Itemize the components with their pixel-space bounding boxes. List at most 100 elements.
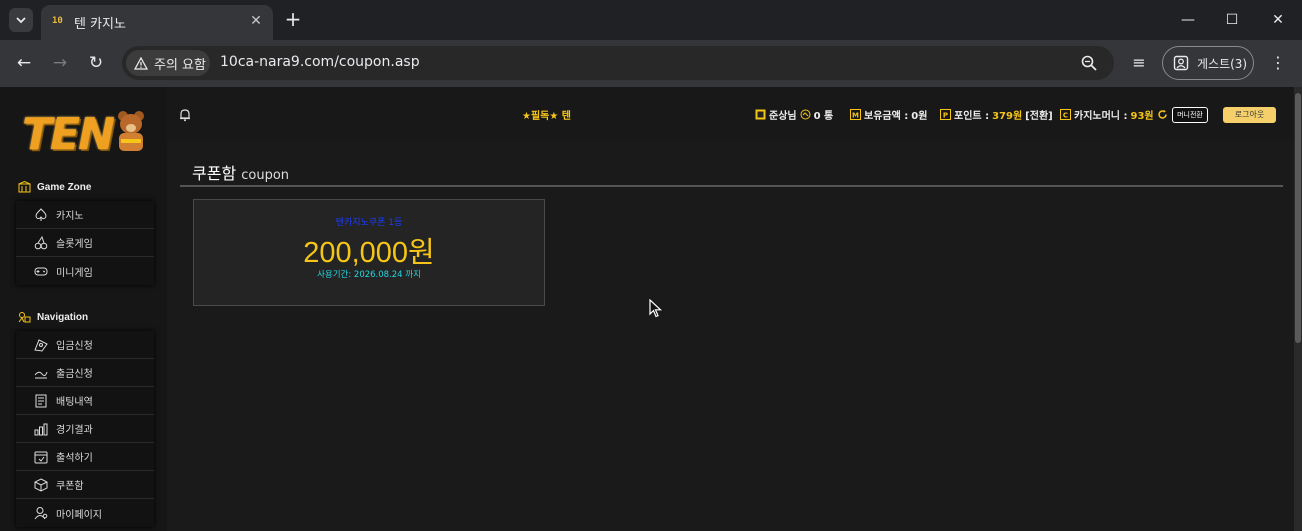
warning-icon xyxy=(134,56,148,70)
gamepad-icon xyxy=(34,267,48,276)
guest-label: 게스트(3) xyxy=(1197,56,1248,71)
minimize-button[interactable]: — xyxy=(1178,10,1198,30)
game-zone-label: Game Zone xyxy=(37,181,92,193)
main-content: ★필독★ 텐 준상님 0 통 M 보유금액 : 0원 P 포인트 : 379원 … xyxy=(167,87,1302,531)
sidebar-item-results[interactable]: 경기결과 xyxy=(16,415,154,443)
page-title-sub: coupon xyxy=(241,168,290,183)
sidebar-item-label: 마이페이지 xyxy=(56,509,102,521)
points-status: P 포인트 : 379원 [전환] xyxy=(940,107,1053,122)
browser-tab[interactable]: 10 텐 카지노 ✕ xyxy=(41,5,273,40)
page-title-main: 쿠폰함 xyxy=(192,164,237,183)
sidebar-item-slot[interactable]: 슬롯게임 xyxy=(16,229,154,257)
coupon-amount: 200,000원 xyxy=(303,237,435,269)
scroll-thumb[interactable] xyxy=(1295,93,1301,343)
cherry-icon xyxy=(34,235,48,249)
badge-icon xyxy=(755,109,766,120)
reload-button[interactable]: ↻ xyxy=(85,52,107,74)
navigation-header: Navigation xyxy=(18,311,88,323)
game-zone-header: Game Zone xyxy=(18,181,91,193)
casino-money-label: 카지노머니 : xyxy=(1074,111,1128,122)
points-label: 포인트 : xyxy=(954,111,990,122)
title-divider xyxy=(180,185,1283,187)
svg-text:C: C xyxy=(1063,112,1068,120)
more-menu-icon[interactable]: ⋮ xyxy=(1267,52,1289,74)
sidebar-item-mypage[interactable]: 마이페이지 xyxy=(16,499,154,527)
security-warning-chip[interactable]: 주의 요함 xyxy=(126,50,210,76)
points-icon: P xyxy=(940,109,951,120)
message-icon[interactable] xyxy=(800,109,811,120)
withdraw-icon xyxy=(34,371,48,378)
deposit-icon xyxy=(34,338,48,352)
building-icon xyxy=(18,181,31,193)
sidebar-item-label: 미니게임 xyxy=(56,267,93,279)
results-icon xyxy=(34,423,48,435)
balance-status: M 보유금액 : 0원 xyxy=(850,107,927,122)
balance-label: 보유금액 : xyxy=(864,111,909,122)
profile-guest-button[interactable]: 게스트(3) xyxy=(1162,46,1254,80)
forward-button[interactable]: → xyxy=(49,52,71,74)
page-title: 쿠폰함 coupon xyxy=(192,160,289,184)
casino-money-icon: C xyxy=(1060,109,1071,120)
betting-history-icon xyxy=(35,394,47,407)
navigation-icon xyxy=(18,312,31,323)
security-label: 주의 요함 xyxy=(154,57,206,73)
user-name: 준상님 xyxy=(769,111,797,122)
coupon-name: 텐카지노쿠폰 1등 xyxy=(335,218,403,228)
top-status-bar: ★필독★ 텐 준상님 0 통 M 보유금액 : 0원 P 포인트 : 379원 … xyxy=(167,87,1294,141)
coupon-card[interactable]: 텐카지노쿠폰 1등 200,000원 사용기간: 2026.08.24 까지 xyxy=(193,199,545,306)
user-status: 준상님 0 통 xyxy=(755,107,833,122)
sidebar-item-label: 쿠폰함 xyxy=(56,481,84,492)
message-count[interactable]: 0 통 xyxy=(814,107,834,122)
sidebar: TEN Game Zone 카지노 슬롯게임 미니게임 Navigation 입… xyxy=(0,87,167,531)
back-button[interactable]: ← xyxy=(13,52,35,74)
tab-search-button[interactable] xyxy=(9,8,33,32)
casino-money-value: 93원 xyxy=(1130,111,1154,122)
casino-money-status: C 카지노머니 : 93원 xyxy=(1060,107,1168,122)
navigation-label: Navigation xyxy=(37,311,89,323)
close-window-button[interactable]: ✕ xyxy=(1268,10,1288,30)
sidebar-item-minigame[interactable]: 미니게임 xyxy=(16,257,154,285)
sidebar-item-attendance[interactable]: 출석하기 xyxy=(16,443,154,471)
notice-marquee[interactable]: ★필독★ 텐 xyxy=(522,107,571,122)
wallet-icon: M xyxy=(850,109,861,120)
money-convert-button[interactable]: 머니전환 xyxy=(1172,107,1208,123)
zoom-icon[interactable] xyxy=(1080,54,1098,72)
sidebar-item-betting-history[interactable]: 배팅내역 xyxy=(16,387,154,415)
sidebar-item-casino[interactable]: 카지노 xyxy=(16,201,154,229)
mypage-icon xyxy=(34,507,48,520)
bear-mascot-icon xyxy=(118,111,144,151)
person-icon xyxy=(1173,55,1189,71)
tab-close-icon[interactable]: ✕ xyxy=(249,14,263,28)
favicon-icon: 10 xyxy=(52,16,63,26)
address-bar[interactable]: 주의 요함 10ca-nara9.com/coupon.asp xyxy=(122,46,1114,80)
sidebar-item-deposit[interactable]: 입금신청 xyxy=(16,331,154,359)
sidebar-item-label: 카지노 xyxy=(56,211,84,222)
new-tab-button[interactable]: + xyxy=(283,9,303,29)
sidebar-item-label: 출금신청 xyxy=(56,369,93,380)
logo[interactable]: TEN xyxy=(22,107,146,160)
svg-text:P: P xyxy=(943,112,948,120)
coupon-box-icon xyxy=(34,477,48,492)
chevron-down-icon xyxy=(16,17,26,24)
svg-text:M: M xyxy=(852,112,859,120)
logout-button[interactable]: 로그아웃 xyxy=(1223,107,1276,123)
sidebar-item-label: 입금신청 xyxy=(56,341,93,352)
refresh-icon[interactable] xyxy=(1157,109,1168,120)
sidebar-item-coupon-box[interactable]: 쿠폰함 xyxy=(16,471,154,499)
browser-tab-bar: 10 텐 카지노 ✕ + — ☐ ✕ xyxy=(0,0,1302,40)
bell-icon[interactable] xyxy=(178,108,192,122)
url-text[interactable]: 10ca-nara9.com/coupon.asp xyxy=(220,54,420,70)
mouse-cursor-icon xyxy=(649,299,663,318)
logo-text: TEN xyxy=(22,109,115,160)
sidebar-item-withdraw[interactable]: 출금신청 xyxy=(16,359,154,387)
maximize-button[interactable]: ☐ xyxy=(1222,10,1242,30)
points-value: 379원 xyxy=(992,111,1023,122)
media-control-icon[interactable]: ≡ xyxy=(1128,52,1150,74)
game-zone-menu: 카지노 슬롯게임 미니게임 xyxy=(16,201,154,285)
sidebar-item-label: 슬롯게임 xyxy=(56,239,93,250)
sidebar-item-label: 배팅내역 xyxy=(56,397,93,408)
page-scrollbar[interactable] xyxy=(1294,87,1302,531)
points-convert-link[interactable]: [전환] xyxy=(1025,107,1053,122)
coupon-expire: 사용기간: 2026.08.24 까지 xyxy=(317,270,421,280)
browser-toolbar: ← → ↻ 주의 요함 10ca-nara9.com/coupon.asp ≡ … xyxy=(0,40,1302,87)
